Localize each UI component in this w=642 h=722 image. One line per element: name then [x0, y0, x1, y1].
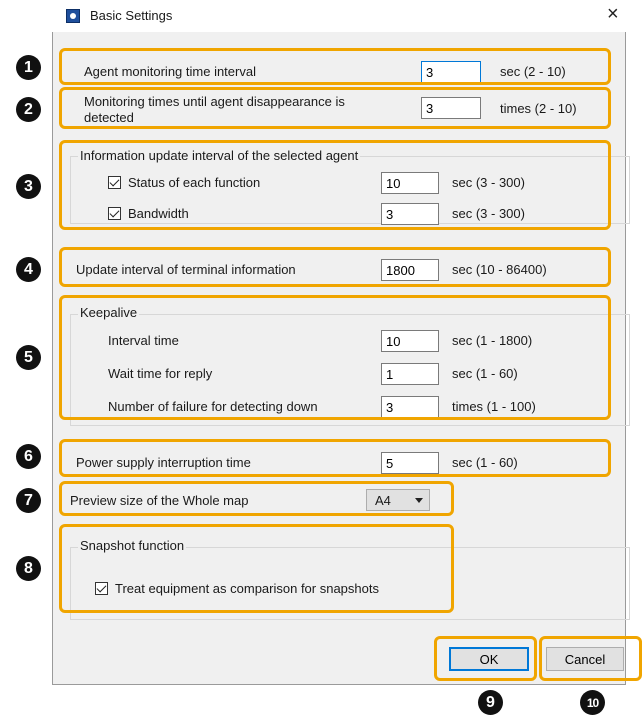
- app-icon: [66, 9, 80, 23]
- window-title: Basic Settings: [90, 8, 173, 23]
- callout-badge-6: 6: [16, 444, 41, 469]
- callout-box-6: [59, 439, 611, 477]
- callout-box-9: [434, 636, 537, 681]
- callout-badge-10: 10: [580, 690, 605, 715]
- callout-badge-2: 2: [16, 97, 41, 122]
- callout-badge-1: 1: [16, 55, 41, 80]
- callout-badge-7: 7: [16, 488, 41, 513]
- callout-box-1: [59, 48, 611, 85]
- close-icon[interactable]: ×: [607, 3, 619, 26]
- callout-box-4: [59, 247, 611, 287]
- callout-box-10: [539, 636, 642, 681]
- callout-box-8: [59, 524, 454, 613]
- callout-badge-5: 5: [16, 345, 41, 370]
- callout-badge-4: 4: [16, 257, 41, 282]
- callout-badge-3: 3: [16, 174, 41, 199]
- callout-badge-8: 8: [16, 556, 41, 581]
- callout-box-2: [59, 87, 611, 129]
- callout-box-3: [59, 140, 611, 230]
- callout-box-7: [59, 481, 454, 516]
- callout-badge-9: 9: [478, 690, 503, 715]
- callout-box-5: [59, 295, 611, 420]
